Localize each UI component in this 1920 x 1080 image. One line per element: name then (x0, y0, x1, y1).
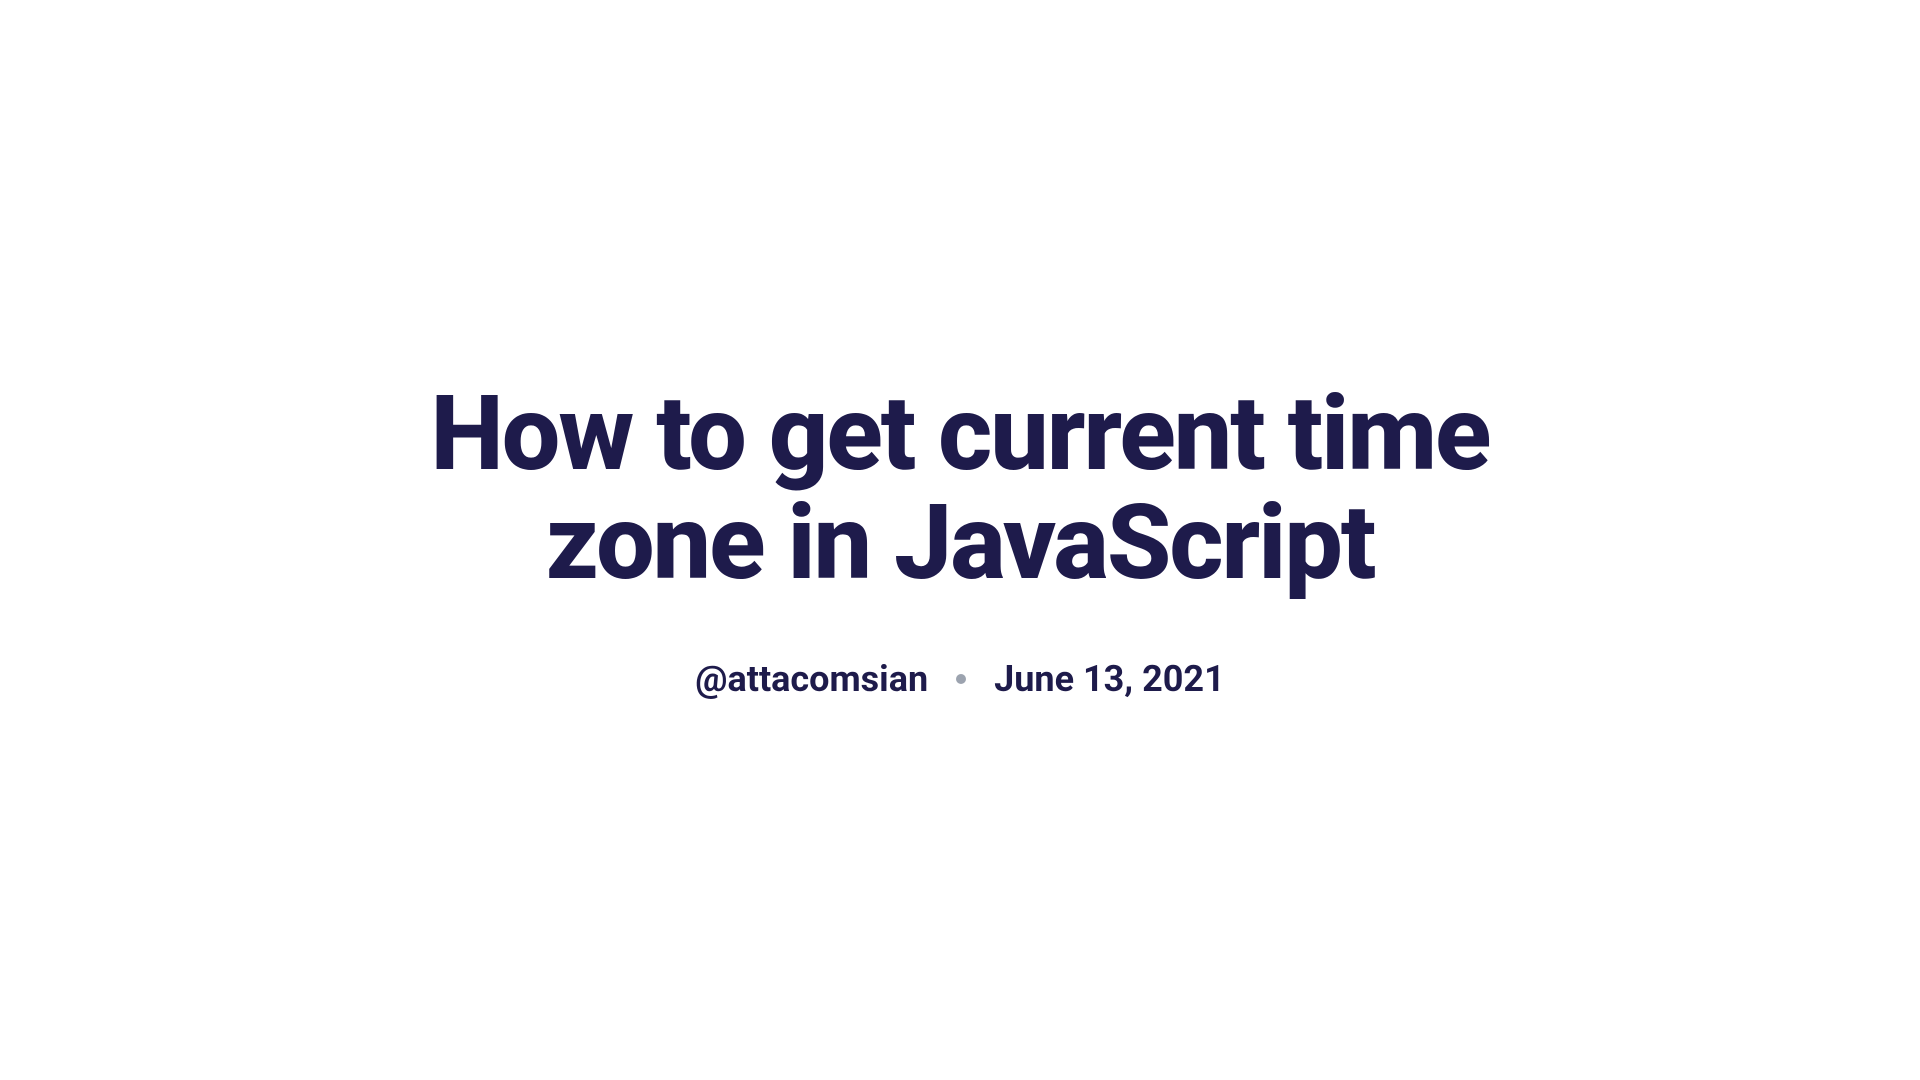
article-meta: @attacomsian June 13, 2021 (410, 658, 1510, 700)
article-header: How to get current time zone in JavaScri… (410, 380, 1510, 700)
publish-date: June 13, 2021 (994, 658, 1225, 700)
article-title: How to get current time zone in JavaScri… (410, 380, 1510, 598)
meta-separator-icon (956, 674, 966, 684)
author-handle: @attacomsian (695, 658, 928, 700)
